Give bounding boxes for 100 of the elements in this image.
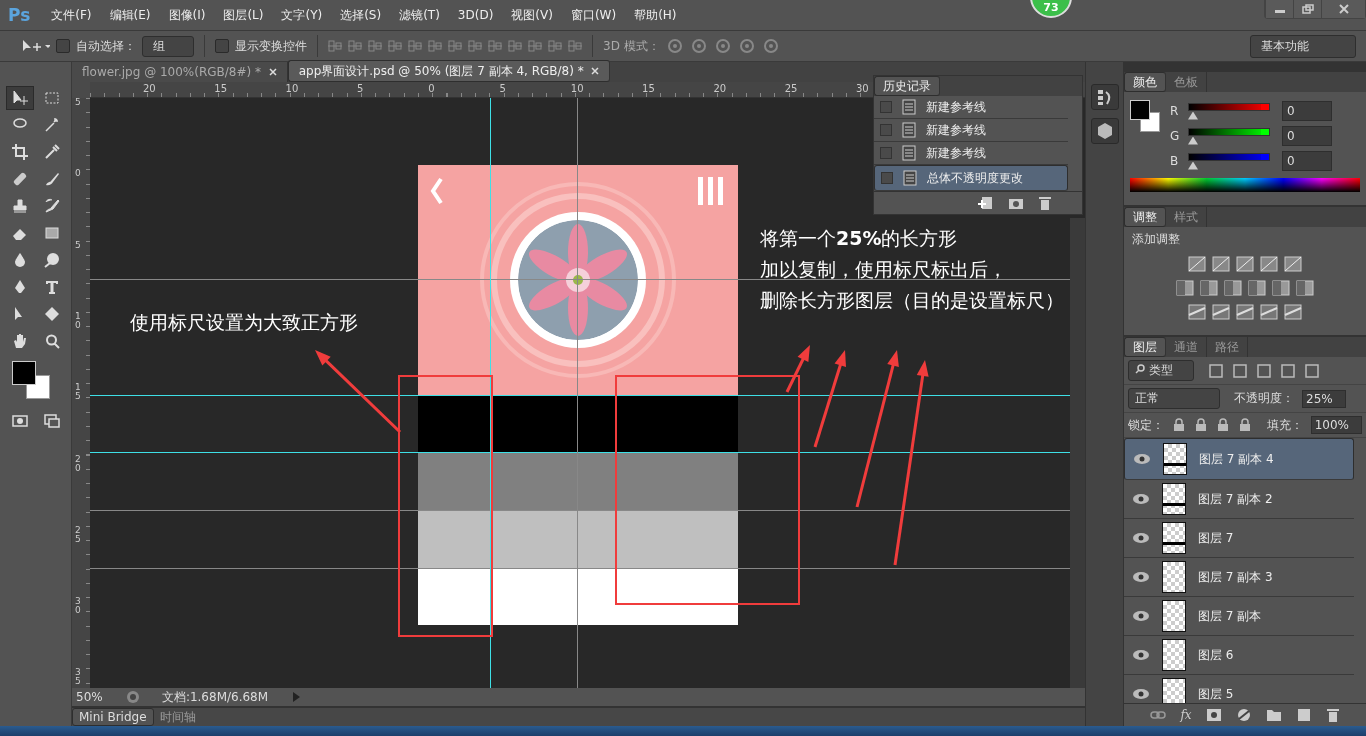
layer-item[interactable]: 图层 7 副本	[1124, 597, 1354, 636]
scrollbar[interactable]	[1070, 218, 1085, 688]
menu-item[interactable]: 视图(V)	[502, 6, 562, 24]
trash-icon[interactable]	[1038, 196, 1052, 210]
color-swatches[interactable]	[1130, 100, 1160, 134]
adjustment-icon[interactable]	[1212, 303, 1230, 321]
layer-item[interactable]: 图层 7 副本 3	[1124, 558, 1354, 597]
menu-item[interactable]: 滤镜(T)	[390, 6, 449, 24]
layer-item[interactable]: 图层 7 副本 2	[1124, 480, 1354, 519]
eye-icon[interactable]	[1132, 649, 1150, 661]
workspace-dropdown[interactable]: 基本功能	[1250, 34, 1356, 58]
move-icon[interactable]	[6, 86, 34, 110]
history-icon[interactable]	[1090, 84, 1119, 110]
history-item[interactable]: 新建参考线	[874, 119, 1068, 142]
fill-field[interactable]: 100%	[1310, 416, 1362, 434]
adjustment-icon[interactable]	[1224, 279, 1242, 297]
history-item[interactable]: 新建参考线	[874, 96, 1068, 119]
slider-thumb[interactable]	[1188, 161, 1198, 170]
channel-value-field[interactable]: 0	[1282, 101, 1332, 121]
folder-icon[interactable]	[1265, 708, 1282, 722]
document-tab[interactable]: app界面设计.psd @ 50% (图层 7 副本 4, RGB/8) *	[287, 60, 611, 82]
camera-icon[interactable]	[1008, 196, 1024, 210]
menu-item[interactable]: 帮助(H)	[625, 6, 686, 24]
effects-button[interactable]: fx	[1180, 708, 1192, 722]
minimize-button[interactable]	[1265, 0, 1293, 18]
adjustment-icon[interactable]	[1236, 303, 1254, 321]
channel-value-field[interactable]: 0	[1282, 151, 1332, 171]
filter-icon[interactable]	[1255, 362, 1272, 379]
close-icon[interactable]	[268, 68, 277, 76]
lock-icon[interactable]	[1172, 418, 1186, 432]
opacity-field[interactable]: 25%	[1302, 389, 1346, 408]
adjustment-icon[interactable]	[1284, 303, 1302, 321]
adjustment-layer-icon[interactable]	[1235, 708, 1252, 722]
panel-tab[interactable]: 历史记录	[874, 76, 940, 96]
zoom-level[interactable]: 50%	[76, 690, 116, 704]
slider-thumb[interactable]	[1188, 136, 1198, 145]
menu-item[interactable]: 选择(S)	[331, 6, 391, 24]
new-document-icon[interactable]	[978, 196, 994, 210]
color-slider[interactable]	[1188, 152, 1270, 170]
color-slider[interactable]	[1188, 127, 1270, 145]
color-swatches[interactable]	[12, 361, 52, 399]
restore-button[interactable]	[1293, 0, 1321, 18]
lock-icon[interactable]	[1194, 418, 1208, 432]
adjustment-icon[interactable]	[1296, 279, 1314, 297]
menu-item[interactable]: 文字(Y)	[272, 6, 332, 24]
filter-icon[interactable]	[1279, 362, 1296, 379]
close-button[interactable]	[1321, 0, 1365, 18]
panel-tab[interactable]: 调整	[1124, 207, 1166, 227]
eye-icon[interactable]	[1132, 688, 1150, 700]
lock-icon[interactable]	[1216, 418, 1230, 432]
eye-icon[interactable]	[1132, 610, 1150, 622]
filter-icon[interactable]	[1231, 362, 1248, 379]
adjustment-icon[interactable]	[1236, 255, 1254, 273]
menu-item[interactable]: 文件(F)	[42, 6, 101, 24]
panel-tab[interactable]: 图层	[1124, 337, 1166, 357]
lock-icon[interactable]	[1238, 418, 1252, 432]
eye-icon[interactable]	[1132, 493, 1150, 505]
adjustment-icon[interactable]	[1284, 255, 1302, 273]
panel-tab[interactable]: 颜色	[1124, 72, 1166, 92]
adjustment-icon[interactable]	[1248, 279, 1266, 297]
eye-icon[interactable]	[1132, 571, 1150, 583]
adjustment-icon[interactable]	[1176, 279, 1194, 297]
channel-value-field[interactable]: 0	[1282, 126, 1332, 146]
trash-icon[interactable]	[1325, 708, 1340, 722]
adjustment-icon[interactable]	[1212, 255, 1230, 273]
mask-icon[interactable]	[1205, 708, 1222, 722]
slider-thumb[interactable]	[1188, 111, 1198, 120]
menu-item[interactable]: 图层(L)	[214, 6, 273, 24]
menu-item[interactable]: 窗口(W)	[561, 6, 626, 24]
filter-icon[interactable]	[1207, 362, 1224, 379]
menu-item[interactable]: 编辑(E)	[100, 6, 160, 24]
adjustment-icon[interactable]	[1260, 255, 1278, 273]
history-item[interactable]: 总体不透明度更改	[874, 165, 1068, 191]
color-spectrum[interactable]	[1130, 178, 1360, 192]
filter-dropdown[interactable]: 类型	[1128, 360, 1194, 381]
adjustment-icon[interactable]	[1188, 303, 1206, 321]
move-tool-icon[interactable]	[20, 38, 50, 54]
menu-item[interactable]: 图像(I)	[159, 6, 215, 24]
layer-item[interactable]: 图层 7 副本 4	[1124, 438, 1354, 480]
new-layer-icon[interactable]	[1295, 708, 1312, 722]
adjustment-icon[interactable]	[1260, 303, 1278, 321]
blend-mode-dropdown[interactable]: 正常	[1128, 388, 1220, 409]
cube-icon[interactable]	[1090, 118, 1119, 144]
menu-item[interactable]: 3D(D)	[448, 8, 503, 22]
close-icon[interactable]	[591, 67, 600, 75]
adjustment-icon[interactable]	[1188, 255, 1206, 273]
eye-icon[interactable]	[1132, 532, 1150, 544]
adjustment-icon[interactable]	[1272, 279, 1290, 297]
link-icon[interactable]	[1150, 710, 1167, 720]
filter-icon[interactable]	[1303, 362, 1320, 379]
layer-item[interactable]: 图层 6	[1124, 636, 1354, 675]
document-tab[interactable]: flower.jpg @ 100%(RGB/8#) *	[72, 62, 288, 82]
checkbox[interactable]	[215, 39, 229, 53]
eye-icon[interactable]	[1133, 453, 1151, 465]
layer-item[interactable]: 图层 7	[1124, 519, 1354, 558]
adjustment-icon[interactable]	[1200, 279, 1218, 297]
auto-select-dropdown[interactable]: 组	[142, 35, 194, 57]
checkbox[interactable]	[56, 39, 70, 53]
panel-tab[interactable]: Mini Bridge	[72, 708, 154, 726]
color-slider[interactable]	[1188, 102, 1270, 120]
